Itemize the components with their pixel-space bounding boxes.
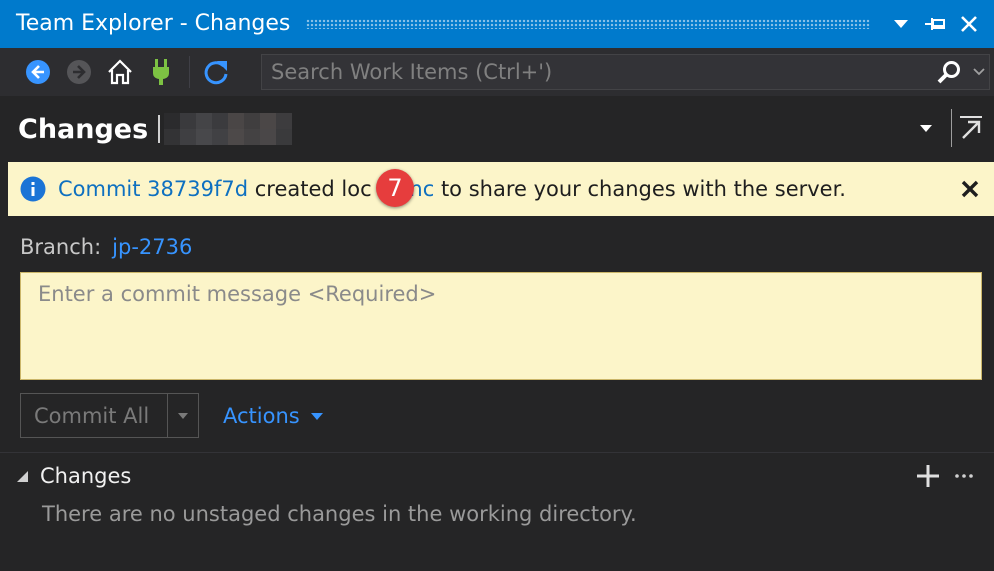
branch-label: Branch:: [20, 235, 102, 259]
connect-icon: [153, 59, 169, 85]
close-window-button[interactable]: [952, 0, 986, 48]
changes-section-tools: [914, 461, 976, 491]
commit-all-split-button: Commit All: [20, 393, 199, 438]
search-icon: [937, 61, 960, 84]
undock-icon: [960, 116, 982, 139]
dropdown-arrow-icon: [178, 412, 188, 419]
refresh-button[interactable]: [194, 48, 238, 96]
title-bar: Team Explorer - Changes: [0, 0, 994, 48]
forward-icon: [67, 60, 91, 84]
chevron-down-icon: [973, 68, 985, 76]
close-icon: [961, 180, 979, 198]
plus-icon: [917, 465, 939, 487]
title-bar-grip[interactable]: [306, 19, 870, 29]
toolbar-separator: [189, 56, 190, 88]
refresh-icon: [204, 61, 228, 85]
dismiss-notification-button[interactable]: [956, 175, 984, 203]
close-icon: [961, 16, 977, 32]
undock-button[interactable]: [956, 108, 986, 148]
forward-button[interactable]: [57, 48, 101, 96]
home-button[interactable]: [98, 48, 142, 96]
commit-options-dropdown[interactable]: [168, 394, 198, 437]
commit-link[interactable]: Commit 38739f7d: [58, 177, 248, 201]
changes-section-header[interactable]: Changes: [16, 461, 131, 491]
notification-text-after: to share your changes with the server.: [434, 177, 846, 201]
window-title: Team Explorer - Changes: [16, 11, 291, 36]
search-input[interactable]: [262, 55, 929, 89]
step-badge: 7: [376, 169, 414, 207]
back-icon: [26, 60, 50, 84]
search-button[interactable]: [929, 55, 969, 89]
branch-row: Branch: jp-2736: [20, 232, 192, 262]
dropdown-arrow-icon: [920, 124, 932, 132]
stage-all-button[interactable]: [914, 462, 942, 490]
redacted-repository-name: [164, 113, 304, 145]
back-button[interactable]: [16, 48, 60, 96]
page-title: Changes: [18, 113, 149, 145]
page-menu-button[interactable]: [913, 108, 939, 148]
search-options-dropdown[interactable]: [969, 55, 989, 89]
info-icon: [20, 176, 46, 202]
branch-link[interactable]: jp-2736: [112, 235, 192, 259]
actions-label: Actions: [223, 404, 300, 428]
commit-message-box: [20, 272, 982, 380]
notification-bar: Commit 38739f7d created loc Sync to shar…: [8, 162, 994, 216]
toolbar: [0, 48, 994, 96]
changes-section-title: Changes: [40, 464, 132, 488]
title-separator: [158, 115, 161, 143]
more-icon: [955, 474, 973, 478]
pin-icon: [925, 18, 945, 30]
connect-button[interactable]: [139, 48, 183, 96]
dropdown-arrow-icon: [310, 412, 323, 420]
header-separator: [951, 109, 952, 147]
pin-button[interactable]: [918, 0, 952, 48]
notification-text: created loc: [248, 177, 372, 201]
window-menu-button[interactable]: [884, 0, 918, 48]
section-divider: [0, 452, 994, 453]
more-options-button[interactable]: [952, 462, 976, 490]
search-box[interactable]: [261, 54, 990, 90]
actions-menu[interactable]: Actions: [223, 400, 324, 432]
collapse-triangle-icon[interactable]: [16, 470, 29, 483]
empty-changes-message: There are no unstaged changes in the wor…: [42, 502, 637, 526]
dropdown-arrow-icon: [894, 20, 908, 28]
home-icon: [108, 59, 132, 85]
page-header: Changes: [0, 96, 994, 162]
commit-message-input[interactable]: [21, 273, 981, 379]
commit-all-button[interactable]: Commit All: [21, 394, 167, 437]
